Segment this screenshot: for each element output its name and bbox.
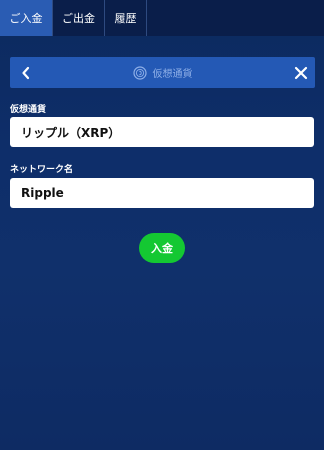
header-title: 仮想通貨 xyxy=(152,69,193,80)
network-field[interactable]: Ripple xyxy=(10,178,314,208)
tab-history[interactable]: 履歴 xyxy=(105,0,147,36)
chevron-left-icon xyxy=(22,66,30,79)
network-label: ネットワーク名 xyxy=(10,165,74,175)
close-button[interactable] xyxy=(289,57,313,88)
currency-field[interactable]: リップル（XRP） xyxy=(10,117,314,147)
currency-value: リップル（XRP） xyxy=(21,125,121,140)
tab-withdraw[interactable]: ご出金 xyxy=(53,0,105,36)
close-icon xyxy=(294,66,308,79)
tab-deposit[interactable]: ご入金 xyxy=(0,0,53,36)
tab-bar: ご入金 ご出金 履歴 xyxy=(0,0,324,36)
currency-header-bar: 仮想通貨 xyxy=(10,57,315,88)
network-value: Ripple xyxy=(21,186,64,200)
back-button[interactable] xyxy=(14,57,38,88)
currency-label: 仮想通貨 xyxy=(10,105,47,115)
deposit-button[interactable]: 入金 xyxy=(139,233,185,263)
header-center: 仮想通貨 xyxy=(10,57,315,88)
coin-icon xyxy=(132,65,147,80)
